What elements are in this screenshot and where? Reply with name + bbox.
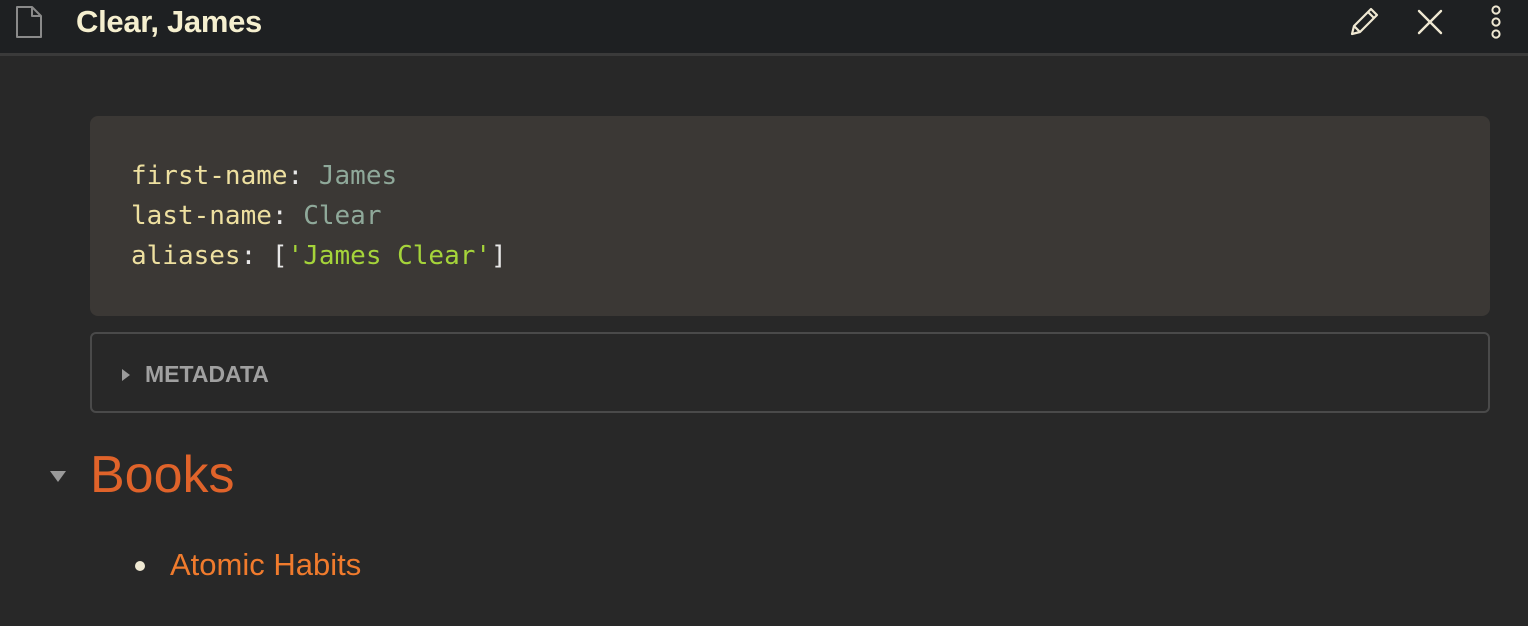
frontmatter-string: 'James Clear' bbox=[287, 241, 492, 271]
frontmatter-line: first-name: James bbox=[131, 156, 1490, 196]
expand-arrow-icon bbox=[122, 369, 130, 381]
close-button[interactable] bbox=[1412, 4, 1448, 40]
frontmatter-key: last-name bbox=[131, 201, 272, 231]
section-heading: Books bbox=[90, 446, 235, 504]
frontmatter-bracket-open: [ bbox=[271, 241, 288, 271]
close-icon bbox=[1412, 4, 1448, 40]
book-link-atomic-habits[interactable]: Atomic Habits bbox=[170, 547, 361, 583]
metadata-collapsible[interactable]: METADATA bbox=[90, 332, 1490, 413]
pencil-icon bbox=[1346, 4, 1382, 40]
frontmatter-separator: : bbox=[287, 161, 319, 191]
more-options-button[interactable] bbox=[1478, 4, 1514, 40]
frontmatter-line: aliases: ['James Clear'] bbox=[131, 236, 1490, 276]
frontmatter-code-block[interactable]: first-name: James last-name: Clear aliases… bbox=[90, 116, 1490, 316]
frontmatter-value: James bbox=[318, 161, 398, 191]
collapse-arrow-icon[interactable] bbox=[50, 471, 66, 482]
frontmatter-key: first-name bbox=[131, 161, 288, 191]
edit-button[interactable] bbox=[1346, 4, 1382, 40]
note-header: Clear, James bbox=[0, 0, 1528, 56]
frontmatter-bracket-close: ] bbox=[491, 241, 507, 271]
frontmatter-key: aliases bbox=[131, 241, 241, 271]
frontmatter-separator: : bbox=[240, 241, 272, 271]
note-title: Clear, James bbox=[76, 4, 262, 39]
file-icon bbox=[14, 4, 44, 40]
more-vertical-icon bbox=[1478, 4, 1514, 40]
list-bullet bbox=[135, 561, 145, 571]
frontmatter-line: last-name: Clear bbox=[131, 196, 1490, 236]
frontmatter-value: Clear bbox=[303, 201, 382, 231]
metadata-label: METADATA bbox=[145, 361, 269, 387]
frontmatter-separator: : bbox=[271, 201, 304, 231]
